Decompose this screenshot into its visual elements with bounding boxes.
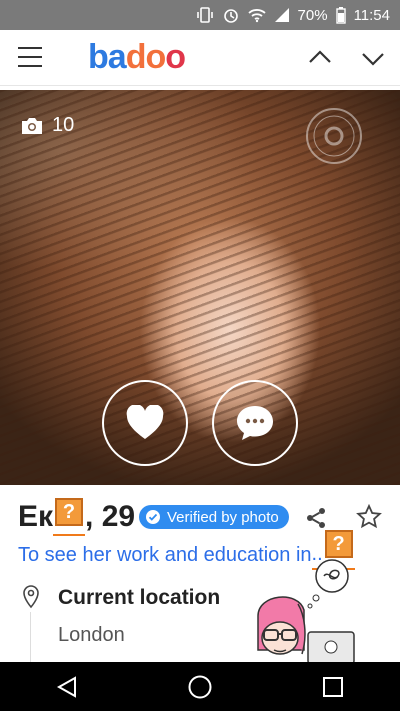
cartoon-girl-sticker [246, 556, 366, 671]
question-block-icon: ? [55, 498, 84, 526]
profile-photo[interactable]: 10 [0, 90, 400, 485]
verified-badge[interactable]: Verified by photo [139, 505, 289, 529]
chat-button[interactable] [212, 380, 298, 466]
timeline-divider [30, 612, 31, 662]
profile-name: Ек ?... , 29 [18, 498, 136, 536]
camera-icon [22, 117, 42, 134]
wifi-icon [247, 7, 266, 23]
like-button[interactable] [102, 380, 188, 466]
android-nav-bar [0, 662, 400, 711]
verified-label: Verified by photo [167, 508, 279, 526]
app-header: badoo [0, 30, 400, 86]
vibrate-icon [196, 6, 214, 24]
recent-apps-icon[interactable] [303, 667, 363, 707]
chevron-up-icon[interactable] [306, 44, 334, 72]
back-icon[interactable] [37, 667, 97, 707]
status-bar: 70% 11:54 [0, 0, 400, 30]
heart-icon [126, 405, 164, 439]
name-start: Ек [18, 500, 54, 533]
menu-icon[interactable] [18, 47, 42, 67]
photo-count: 10 [52, 114, 75, 136]
photo-counter[interactable]: 10 [20, 114, 74, 137]
alarm-icon [222, 6, 240, 24]
badoo-logo: badoo [88, 38, 186, 76]
location-pin-icon [22, 585, 40, 614]
signal-icon [274, 7, 290, 23]
home-icon[interactable] [170, 667, 230, 707]
profile-name-row: Ек ?... , 29 [18, 498, 135, 538]
clock: 11:54 [353, 6, 390, 24]
chat-bubble-icon [237, 406, 273, 440]
watermark-logo [304, 106, 364, 171]
chevron-down-icon[interactable] [359, 44, 387, 72]
star-icon[interactable] [356, 503, 382, 535]
battery-icon [335, 6, 346, 24]
battery-percent: 70% [297, 6, 328, 24]
location-value: London [58, 624, 125, 646]
check-circle-icon [146, 510, 160, 524]
profile-age: , 29 [85, 500, 136, 533]
name-hidden: ?... [53, 498, 86, 536]
question-block-icon: ? [324, 530, 353, 558]
location-title: Current location [58, 586, 221, 609]
